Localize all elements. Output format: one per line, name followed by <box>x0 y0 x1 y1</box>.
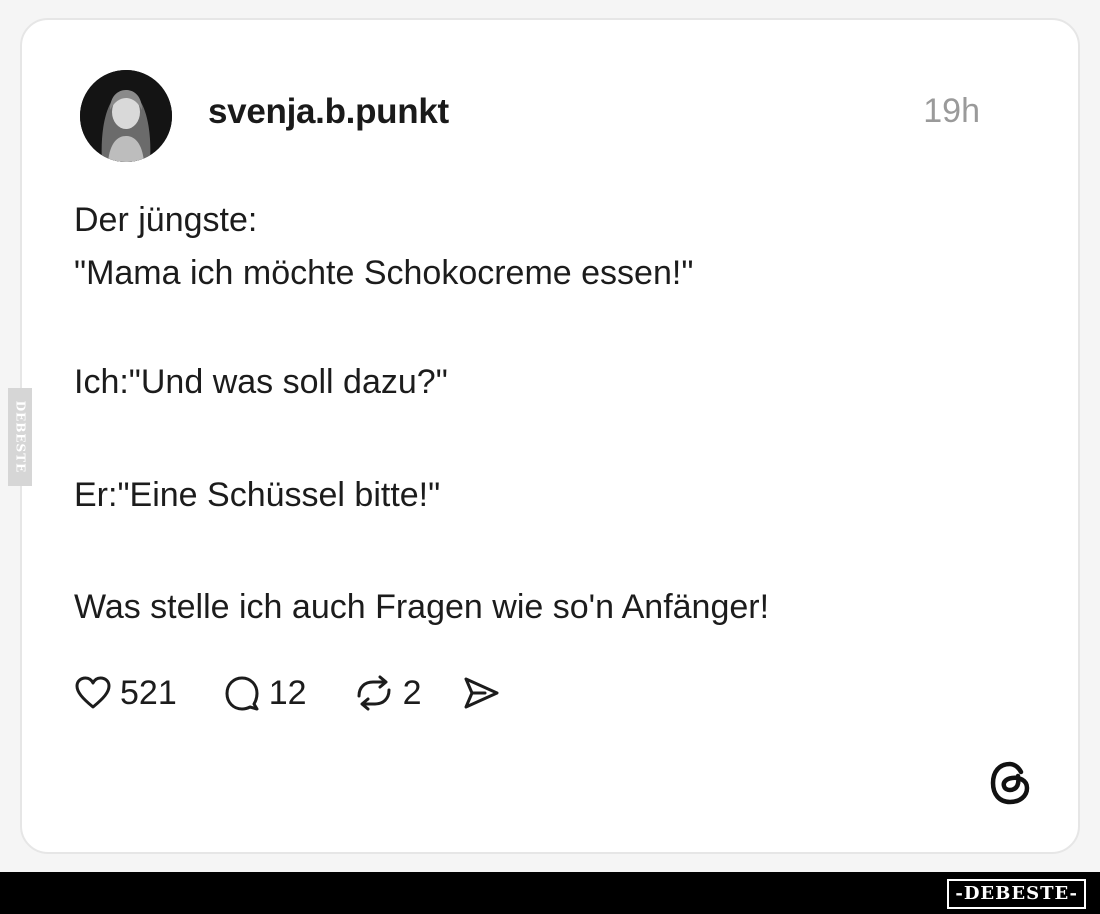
bottom-watermark: -DEBESTE- <box>947 879 1086 909</box>
username[interactable]: svenja.b.punkt <box>208 92 449 132</box>
threads-logo-icon <box>988 760 1034 806</box>
comment-count: 12 <box>268 673 307 712</box>
like-count: 521 <box>120 673 177 712</box>
avatar[interactable] <box>80 70 172 162</box>
post-time: 19h <box>923 92 980 130</box>
post-text-line: Er:"Eine Schüssel bitte!" <box>74 476 441 514</box>
repost-button[interactable]: 2 <box>353 674 462 713</box>
side-watermark-text: DEBESTE <box>13 400 27 474</box>
comment-bubble-icon <box>223 674 261 712</box>
action-bar: 521 12 2 <box>74 670 501 716</box>
page: svenja.b.punkt 19h Der jüngste: "Mama ic… <box>0 0 1100 914</box>
share-button[interactable] <box>461 675 501 711</box>
comment-button[interactable]: 12 <box>223 674 353 713</box>
post-text-line: Der jüngste: <box>74 201 258 239</box>
like-button[interactable]: 521 <box>74 674 223 713</box>
side-watermark: DEBESTE <box>8 388 32 486</box>
repost-count: 2 <box>402 673 422 712</box>
send-icon <box>461 675 501 711</box>
post-card: svenja.b.punkt 19h Der jüngste: "Mama ic… <box>20 18 1080 854</box>
repost-icon <box>353 674 395 712</box>
heart-icon <box>74 675 112 711</box>
bottom-bar: -DEBESTE- <box>0 872 1100 914</box>
post-text-line: Ich:"Und was soll dazu?" <box>74 363 448 401</box>
post-text-line: Was stelle ich auch Fragen wie so'n Anfä… <box>74 588 770 626</box>
post-text-line: "Mama ich möchte Schokocreme essen!" <box>74 254 694 292</box>
